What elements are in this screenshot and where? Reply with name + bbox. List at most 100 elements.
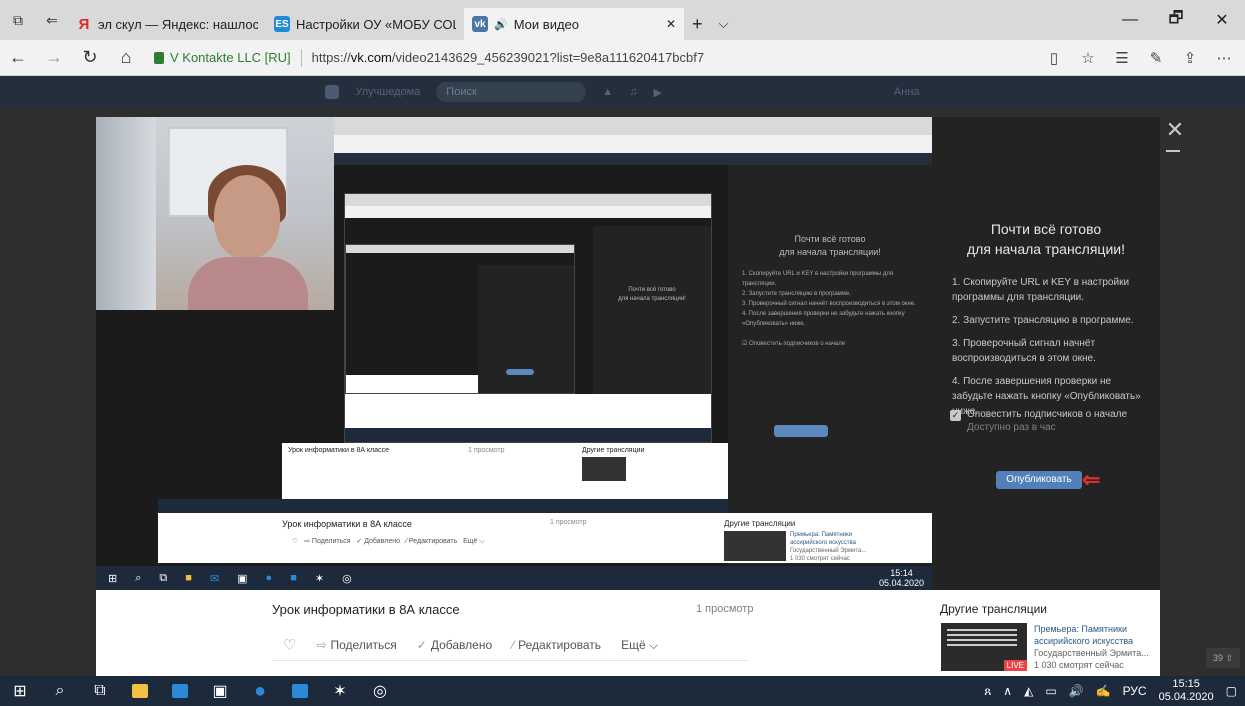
- added-button[interactable]: ✓ Добавлено: [417, 638, 492, 652]
- stream-time: 15:14: [890, 568, 913, 578]
- set-aside-tabs-icon[interactable]: ⇐: [40, 8, 64, 32]
- check-icon: ✓: [416, 638, 427, 652]
- site-identity[interactable]: V Kontakte LLC [RU]: [170, 50, 291, 65]
- nested-publish-button: [506, 369, 534, 375]
- windows-taskbar: ⊞ ⌕ ⧉ ▣ ● ✶ ◎ ጸ ∧ ◭ ▭ 🔊 ✍ РУС 15:15 05.04…: [0, 676, 1245, 706]
- share-icon[interactable]: ⇪: [1175, 43, 1205, 73]
- start-icon[interactable]: ⊞: [0, 676, 40, 706]
- more-icon[interactable]: ⋯: [1209, 43, 1239, 73]
- pen-workspace-icon[interactable]: ✍: [1096, 684, 1111, 698]
- vk-user-name[interactable]: Анна: [894, 86, 920, 98]
- music-icon[interactable]: ♫: [629, 86, 637, 98]
- minimize-modal-icon[interactable]: [1166, 150, 1180, 152]
- share-button[interactable]: ⇨ Поделиться: [316, 638, 396, 652]
- new-tab-button[interactable]: +: [684, 8, 711, 40]
- search-icon[interactable]: ⌕: [40, 676, 80, 706]
- task-view-icon[interactable]: ⧉: [80, 676, 120, 706]
- pen-icon[interactable]: ✎: [1141, 43, 1171, 73]
- obs-icon: ◎: [342, 572, 352, 585]
- step-item: 2. Запустите трансляцию в программе.: [952, 315, 1134, 326]
- minimize-button[interactable]: —: [1107, 0, 1153, 40]
- nested-white: Урок информатики в 8А классе 1 просмотр …: [282, 443, 728, 499]
- vk-search-input[interactable]: Поиск: [436, 82, 587, 102]
- eschool-icon: ES: [274, 16, 290, 32]
- maximize-button[interactable]: 🗗: [1153, 0, 1199, 40]
- video-title: Урок информатики в 8А классе: [272, 602, 460, 617]
- tab-settings[interactable]: ES Настройки ОУ «МОБУ СОШ: [266, 8, 464, 40]
- battery-icon[interactable]: ▭: [1045, 684, 1056, 698]
- favorites-hub-icon[interactable]: ☰: [1107, 43, 1137, 73]
- edge-icon[interactable]: ●: [240, 676, 280, 706]
- tab-close-icon[interactable]: ✕: [666, 17, 676, 31]
- store-icon: ■: [290, 572, 297, 584]
- start-icon: ⊞: [108, 572, 118, 585]
- nested-screen-2: Почти всё готово для начала трансляции!: [344, 193, 712, 443]
- bell-icon[interactable]: ▲: [602, 86, 613, 98]
- taskview-icon: ⧉: [159, 571, 168, 584]
- people-icon[interactable]: ጸ: [984, 684, 991, 699]
- vk-logo-icon[interactable]: [325, 85, 340, 99]
- notify-label: Оповестить подписчиков о начале: [967, 409, 1128, 420]
- panel-title-line1: Почти всё готово: [990, 221, 1102, 237]
- url-field[interactable]: V Kontakte LLC [RU] https://vk.com/video…: [154, 48, 1039, 67]
- notification-icon[interactable]: ▢: [1226, 684, 1237, 698]
- close-modal-icon[interactable]: ✕: [1160, 117, 1190, 147]
- refresh-icon[interactable]: ↻: [72, 40, 108, 76]
- scroll-up-badge[interactable]: 39 ⇧: [1206, 648, 1240, 668]
- mail-icon[interactable]: [160, 676, 200, 706]
- webcam-body: [188, 257, 308, 310]
- other-stream-info[interactable]: Премьера: Памятники ассирийского искусст…: [1034, 623, 1154, 671]
- webcam-curtain: [96, 117, 156, 310]
- close-window-button[interactable]: ✕: [1199, 0, 1245, 40]
- checkbox-checked-icon[interactable]: ✓: [950, 410, 961, 421]
- edit-button[interactable]: ⁄ Редактировать: [512, 638, 601, 652]
- forward-icon[interactable]: →: [36, 40, 72, 76]
- clock[interactable]: 15:15 05.04.2020: [1159, 678, 1214, 704]
- favorite-star-icon[interactable]: ☆: [1073, 43, 1103, 73]
- stream-title-2[interactable]: ассирийского искусства: [1034, 635, 1154, 647]
- tab-yandex[interactable]: Я эл скул — Яндекс: нашлось: [68, 8, 266, 40]
- window-controls: — 🗗 ✕: [1107, 0, 1245, 40]
- publish-button[interactable]: Опубликовать: [996, 471, 1082, 489]
- language-indicator[interactable]: РУС: [1123, 684, 1147, 698]
- url-path: /video2143629_456239021?list=9e8a1116204…: [391, 50, 705, 65]
- obs-icon[interactable]: ◎: [360, 676, 400, 706]
- file-explorer-icon[interactable]: [120, 676, 160, 706]
- vk-site-name: Улучшедома: [355, 86, 421, 98]
- stream-channel[interactable]: Государственный Эрмита...: [1034, 647, 1154, 659]
- url-text[interactable]: https://vk.com/video2143629_456239021?li…: [312, 50, 704, 65]
- stream-title-1[interactable]: Премьера: Памятники: [1034, 623, 1154, 635]
- more-button[interactable]: Ещё ⌵: [621, 638, 658, 653]
- panel-title: Почти всё готово для начала трансляции!: [932, 219, 1160, 259]
- nested-white: Урок информатики в 8А классе 1 просмотр …: [158, 513, 932, 563]
- like-icon[interactable]: ♡: [283, 636, 296, 654]
- search-icon: ⌕: [135, 571, 142, 584]
- red-arrow-icon: ⇐: [1082, 467, 1101, 492]
- tab-my-videos[interactable]: vk 🔊 Мои видео ✕: [464, 8, 684, 40]
- volume-icon[interactable]: 🔊: [1069, 684, 1084, 698]
- nested-tabbar: [345, 194, 711, 206]
- notify-checkbox-row[interactable]: ✓ Оповестить подписчиков о начале Доступн…: [950, 409, 1127, 433]
- play-icon[interactable]: ▶: [653, 86, 661, 99]
- home-icon[interactable]: ⌂: [108, 40, 144, 76]
- stream-clock: 15:14 05.04.2020: [879, 568, 924, 588]
- address-bar: ← → ↻ ⌂ V Kontakte LLC [RU] https://vk.c…: [0, 40, 1245, 76]
- paint-icon[interactable]: ✶: [320, 676, 360, 706]
- reading-view-icon[interactable]: ▯: [1039, 43, 1069, 73]
- tab-actions-icon[interactable]: ⧉: [6, 8, 30, 32]
- sound-icon[interactable]: 🔊: [494, 18, 508, 31]
- clock-time: 15:15: [1172, 678, 1200, 690]
- store-icon[interactable]: [280, 676, 320, 706]
- broadcast-panel: Почти всё готово для начала трансляции! …: [932, 117, 1160, 590]
- nested-addrbar: [345, 206, 711, 218]
- tab-list-button[interactable]: ⌵: [711, 8, 737, 40]
- edge-icon: ●: [265, 572, 273, 584]
- app-icon[interactable]: ▣: [200, 676, 240, 706]
- divider: [300, 48, 302, 67]
- wifi-icon[interactable]: ◭: [1024, 684, 1033, 698]
- nested-taskbar: [345, 428, 711, 442]
- back-icon[interactable]: ←: [0, 40, 36, 76]
- stream-thumbnail[interactable]: LIVE: [941, 623, 1027, 671]
- chevron-up-icon[interactable]: ∧: [1003, 684, 1012, 698]
- tab-title: Настройки ОУ «МОБУ СОШ: [296, 16, 456, 32]
